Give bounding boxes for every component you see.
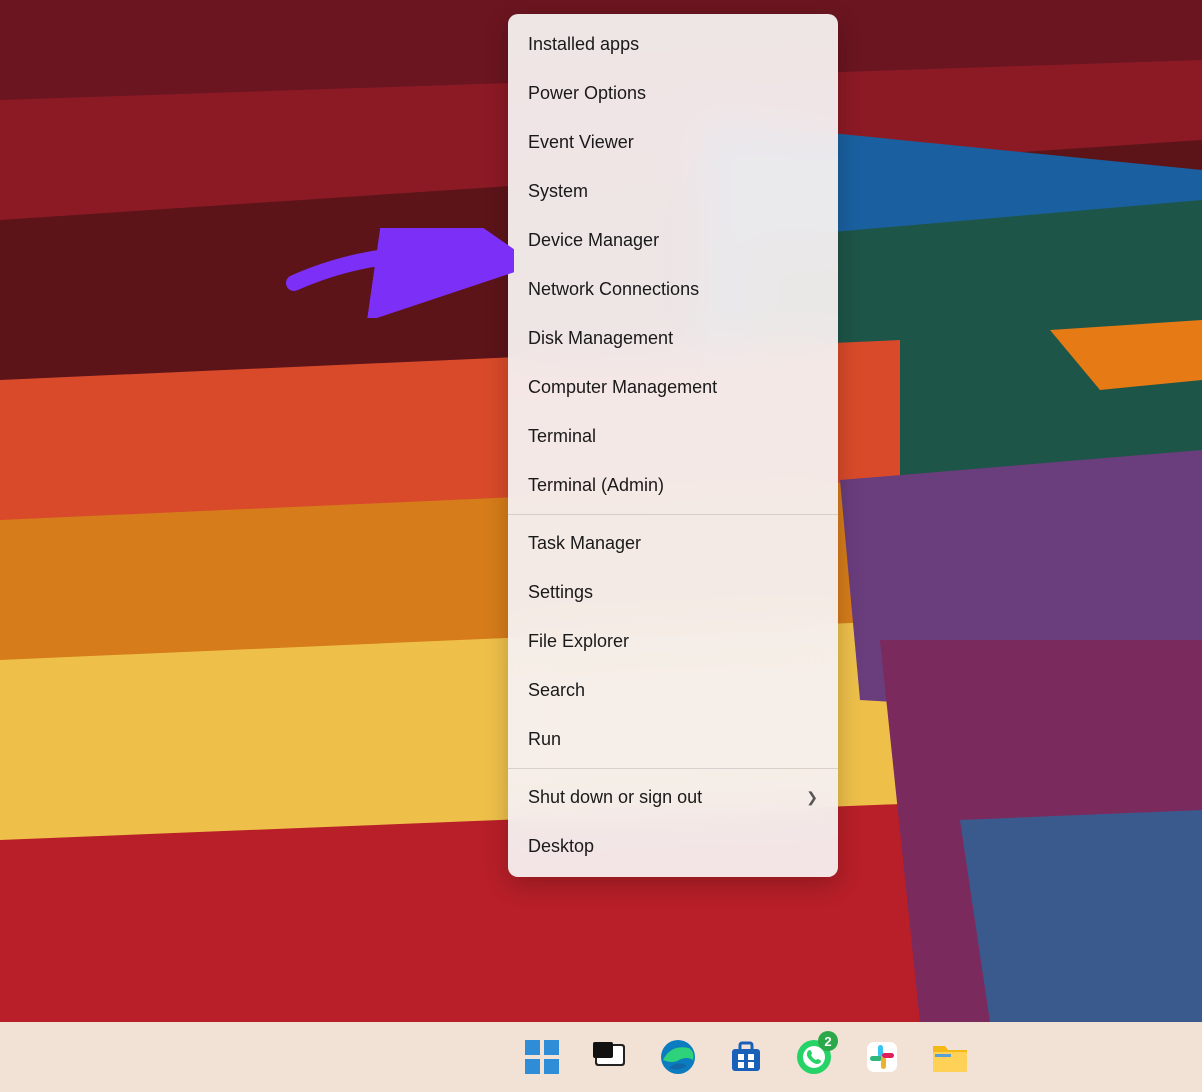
menu-item-installed-apps[interactable]: Installed apps <box>508 20 838 69</box>
taskbar-file-explorer-button[interactable] <box>922 1029 978 1085</box>
menu-item-file-explorer[interactable]: File Explorer <box>508 617 838 666</box>
menu-item-disk-management[interactable]: Disk Management <box>508 314 838 363</box>
menu-item-settings[interactable]: Settings <box>508 568 838 617</box>
menu-item-terminal-admin[interactable]: Terminal (Admin) <box>508 461 838 510</box>
menu-item-computer-management[interactable]: Computer Management <box>508 363 838 412</box>
winx-context-menu: Installed apps Power Options Event Viewe… <box>508 14 838 877</box>
store-icon <box>728 1039 764 1075</box>
menu-item-task-manager[interactable]: Task Manager <box>508 519 838 568</box>
taskbar-store-button[interactable] <box>718 1029 774 1085</box>
menu-item-shut-down-or-sign-out[interactable]: Shut down or sign out ❯ <box>508 773 838 822</box>
taskbar: 2 <box>0 1022 1202 1092</box>
file-explorer-icon <box>931 1040 969 1074</box>
start-icon <box>525 1040 559 1074</box>
menu-item-device-manager[interactable]: Device Manager <box>508 216 838 265</box>
taskbar-start-button[interactable] <box>514 1029 570 1085</box>
taskbar-whatsapp-button[interactable]: 2 <box>786 1029 842 1085</box>
taskbar-slack-button[interactable] <box>854 1029 910 1085</box>
menu-item-system[interactable]: System <box>508 167 838 216</box>
menu-divider <box>508 768 838 769</box>
menu-item-network-connections[interactable]: Network Connections <box>508 265 838 314</box>
annotation-arrow-icon <box>284 228 514 318</box>
edge-icon <box>659 1038 697 1076</box>
taskbar-task-view-button[interactable] <box>582 1029 638 1085</box>
menu-item-terminal[interactable]: Terminal <box>508 412 838 461</box>
menu-item-power-options[interactable]: Power Options <box>508 69 838 118</box>
menu-item-event-viewer[interactable]: Event Viewer <box>508 118 838 167</box>
notification-badge: 2 <box>818 1031 838 1051</box>
menu-item-desktop[interactable]: Desktop <box>508 822 838 871</box>
taskbar-edge-button[interactable] <box>650 1029 706 1085</box>
task-view-icon <box>593 1040 627 1074</box>
chevron-right-icon: ❯ <box>806 789 818 806</box>
menu-item-run[interactable]: Run <box>508 715 838 764</box>
slack-icon <box>864 1039 900 1075</box>
menu-divider <box>508 514 838 515</box>
menu-item-search[interactable]: Search <box>508 666 838 715</box>
